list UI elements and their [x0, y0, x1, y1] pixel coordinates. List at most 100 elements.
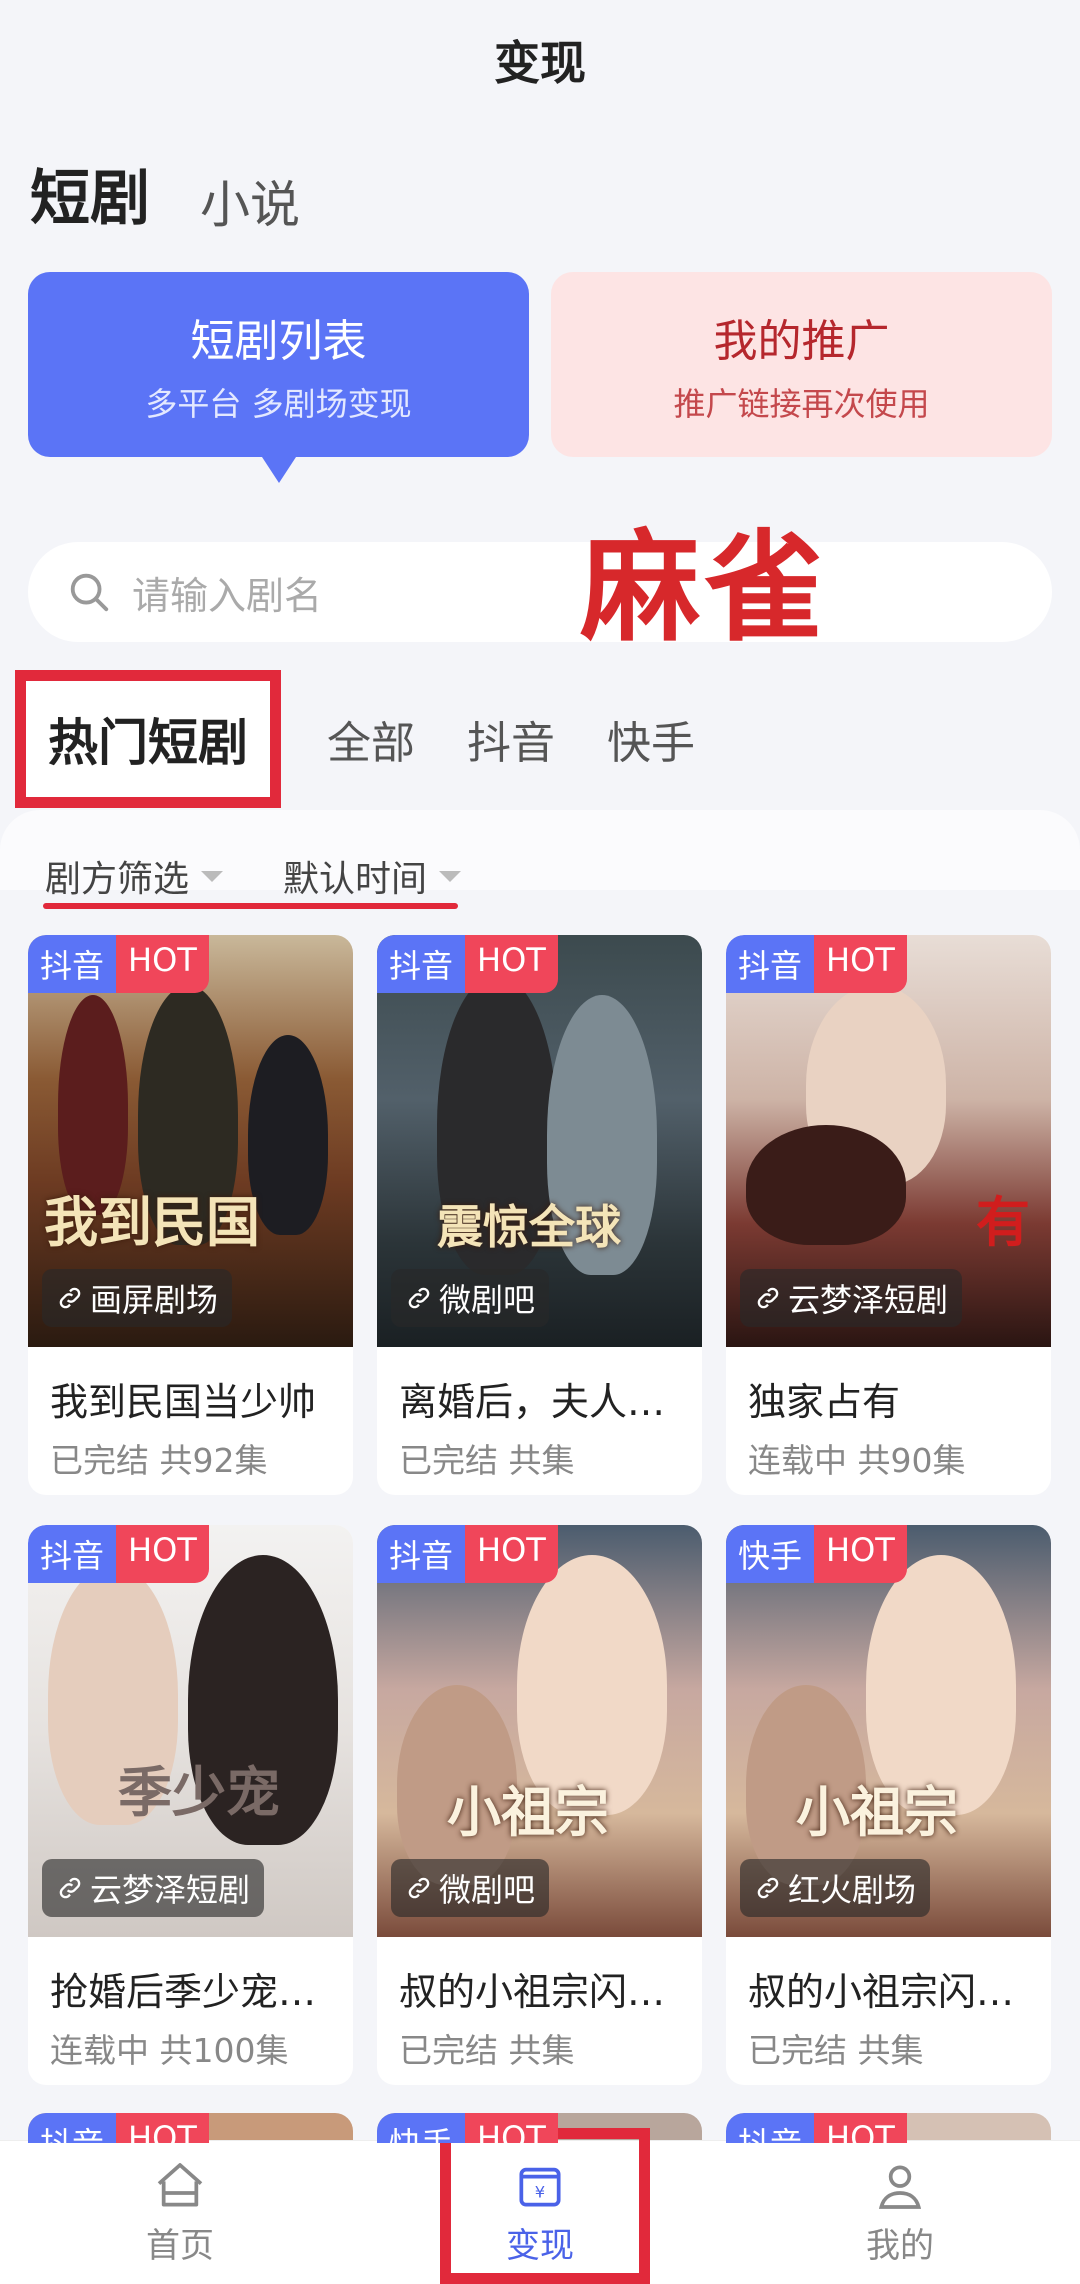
badges: 抖音 HOT: [377, 1525, 558, 1583]
drama-card-partial[interactable]: 快手HOT: [377, 2113, 702, 2143]
filter-bar: 剧方筛选 默认时间: [45, 850, 462, 902]
drama-name: 抢婚后季少宠…: [50, 1970, 317, 2014]
link-icon: [59, 1877, 81, 1899]
drama-poster: 震惊全球 抖音 HOT 微剧吧: [377, 935, 702, 1347]
nav-home-label: 首页: [146, 2226, 214, 2266]
tab-douyin[interactable]: 抖音: [441, 707, 581, 771]
platform-badge: 抖音: [726, 935, 815, 993]
drama-name: 叔的小祖宗闪…: [748, 1970, 1015, 2014]
my-promotion-card[interactable]: 我的推广 推广链接再次使用: [551, 272, 1052, 457]
drama-card[interactable]: 我到民国 抖音 HOT 画屏剧场 我到民国当少帅 已完结 共92集: [28, 935, 353, 1495]
chevron-down-icon: [439, 870, 462, 882]
drama-name: 我到民国当少帅: [50, 1380, 317, 1424]
nav-monetize-label: 变现: [506, 2226, 574, 2266]
platform-badge: 抖音: [28, 935, 117, 993]
home-icon: [157, 2163, 203, 2207]
tab-kuaishou[interactable]: 快手: [581, 707, 721, 771]
badges: 快手 HOT: [726, 1525, 907, 1583]
drama-status: 连载中 共100集: [50, 2031, 289, 2070]
hot-badge: HOT: [814, 1525, 907, 1583]
svg-text:¥: ¥: [535, 2183, 545, 2202]
source-name: 云梦泽短剧: [90, 1871, 251, 1909]
hot-badge: HOT: [116, 2113, 209, 2143]
poster-title: 有: [976, 1190, 1030, 1254]
drama-list-card[interactable]: 短剧列表 多平台 多剧场变现: [28, 272, 529, 483]
main-tabs: 短剧 小说: [30, 150, 300, 237]
source-name: 微剧吧: [439, 1281, 536, 1319]
tab-all[interactable]: 全部: [301, 707, 441, 771]
drama-status: 已完结 共集: [748, 2031, 924, 2070]
poster-title: 小祖宗: [447, 1780, 609, 1844]
link-icon: [408, 1877, 430, 1899]
source-tag: 微剧吧: [391, 1859, 550, 1917]
drama-name: 独家占有: [748, 1380, 901, 1424]
producer-filter[interactable]: 剧方筛选: [45, 850, 224, 902]
source-tag: 云梦泽短剧: [740, 1269, 963, 1327]
platform-badge: 抖音: [28, 2113, 117, 2143]
drama-poster: 有 抖音 HOT 云梦泽短剧: [726, 935, 1051, 1347]
nav-mine-label: 我的: [866, 2226, 934, 2266]
badges: 抖音 HOT: [28, 1525, 209, 1583]
drama-poster: 季少宠 抖音 HOT 云梦泽短剧: [28, 1525, 353, 1937]
platform-badge: 抖音: [28, 1525, 117, 1583]
search-input[interactable]: 请输入剧名: [28, 542, 1052, 642]
drama-card-partial[interactable]: 抖音HOT: [726, 2113, 1051, 2143]
nav-mine[interactable]: 我的: [720, 2141, 1080, 2284]
drama-status: 已完结 共集: [399, 1441, 575, 1480]
hot-badge: HOT: [116, 1525, 209, 1583]
link-icon: [757, 1877, 779, 1899]
category-tabs: 热门短剧 全部 抖音 快手: [15, 660, 721, 818]
tab-hot-drama[interactable]: 热门短剧: [15, 670, 281, 808]
time-sort-filter[interactable]: 默认时间: [283, 850, 462, 902]
badges: 抖音 HOT: [726, 935, 907, 993]
platform-badge: 快手: [377, 2113, 466, 2143]
drama-card[interactable]: 震惊全球 抖音 HOT 微剧吧 离婚后，夫人… 已完结 共集: [377, 935, 702, 1495]
link-icon: [757, 1287, 779, 1309]
poster-title: 我到民国: [44, 1190, 260, 1254]
hot-badge: HOT: [116, 935, 209, 993]
time-sort-label: 默认时间: [283, 859, 428, 900]
tab-short-drama[interactable]: 短剧: [30, 150, 150, 237]
drama-card[interactable]: 小祖宗 快手 HOT 红火剧场 叔的小祖宗闪… 已完结 共集: [726, 1525, 1051, 2085]
source-tag: 红火剧场: [740, 1859, 931, 1917]
nav-monetize[interactable]: ¥ 变现: [360, 2141, 720, 2284]
link-icon: [59, 1287, 81, 1309]
chevron-down-icon: [201, 870, 224, 882]
drama-grid: 我到民国 抖音 HOT 画屏剧场 我到民国当少帅 已完结 共92集 震惊全球 抖…: [28, 935, 1052, 2085]
title-bar: 变现: [0, 0, 1080, 120]
platform-badge: 抖音: [726, 2113, 815, 2143]
source-name: 云梦泽短剧: [788, 1281, 949, 1319]
drama-poster: 小祖宗 快手 HOT 红火剧场: [726, 1525, 1051, 1937]
drama-card-partial[interactable]: 抖音HOT: [28, 2113, 353, 2143]
tab-novel[interactable]: 小说: [200, 165, 300, 237]
source-tag: 云梦泽短剧: [42, 1859, 265, 1917]
drama-card[interactable]: 有 抖音 HOT 云梦泽短剧 独家占有 连载中 共90集: [726, 935, 1051, 1495]
source-name: 红火剧场: [788, 1871, 917, 1909]
drama-status: 已完结 共集: [399, 2031, 575, 2070]
drama-card[interactable]: 小祖宗 抖音 HOT 微剧吧 叔的小祖宗闪… 已完结 共集: [377, 1525, 702, 2085]
hot-badge: HOT: [465, 2113, 558, 2143]
source-name: 画屏剧场: [90, 1281, 219, 1319]
drama-name: 离婚后，夫人…: [399, 1380, 666, 1424]
page-title: 变现: [494, 36, 586, 90]
drama-name: 叔的小祖宗闪…: [399, 1970, 666, 2014]
nav-home[interactable]: 首页: [0, 2141, 360, 2284]
source-tag: 微剧吧: [391, 1269, 550, 1327]
next-row-preview: 抖音HOT 快手HOT 抖音HOT: [28, 2113, 1052, 2143]
user-icon: [878, 2165, 922, 2209]
search-placeholder: 请输入剧名: [132, 573, 323, 618]
search-icon: [70, 573, 109, 612]
source-name: 微剧吧: [439, 1871, 536, 1909]
hot-badge: HOT: [814, 935, 907, 993]
wallet-icon: ¥: [519, 2167, 561, 2207]
drama-poster: 我到民国 抖音 HOT 画屏剧场: [28, 935, 353, 1347]
hot-badge: HOT: [465, 935, 558, 993]
drama-status: 连载中 共90集: [748, 1441, 966, 1480]
drama-poster: 小祖宗 抖音 HOT 微剧吧: [377, 1525, 702, 1937]
drama-card[interactable]: 季少宠 抖音 HOT 云梦泽短剧 抢婚后季少宠… 连载中 共100集: [28, 1525, 353, 2085]
source-tag: 画屏剧场: [42, 1269, 233, 1327]
badges: 抖音 HOT: [377, 935, 558, 993]
producer-filter-label: 剧方筛选: [45, 859, 190, 900]
my-promotion-subtitle: 推广链接再次使用: [673, 384, 930, 423]
platform-badge: 快手: [726, 1525, 815, 1583]
